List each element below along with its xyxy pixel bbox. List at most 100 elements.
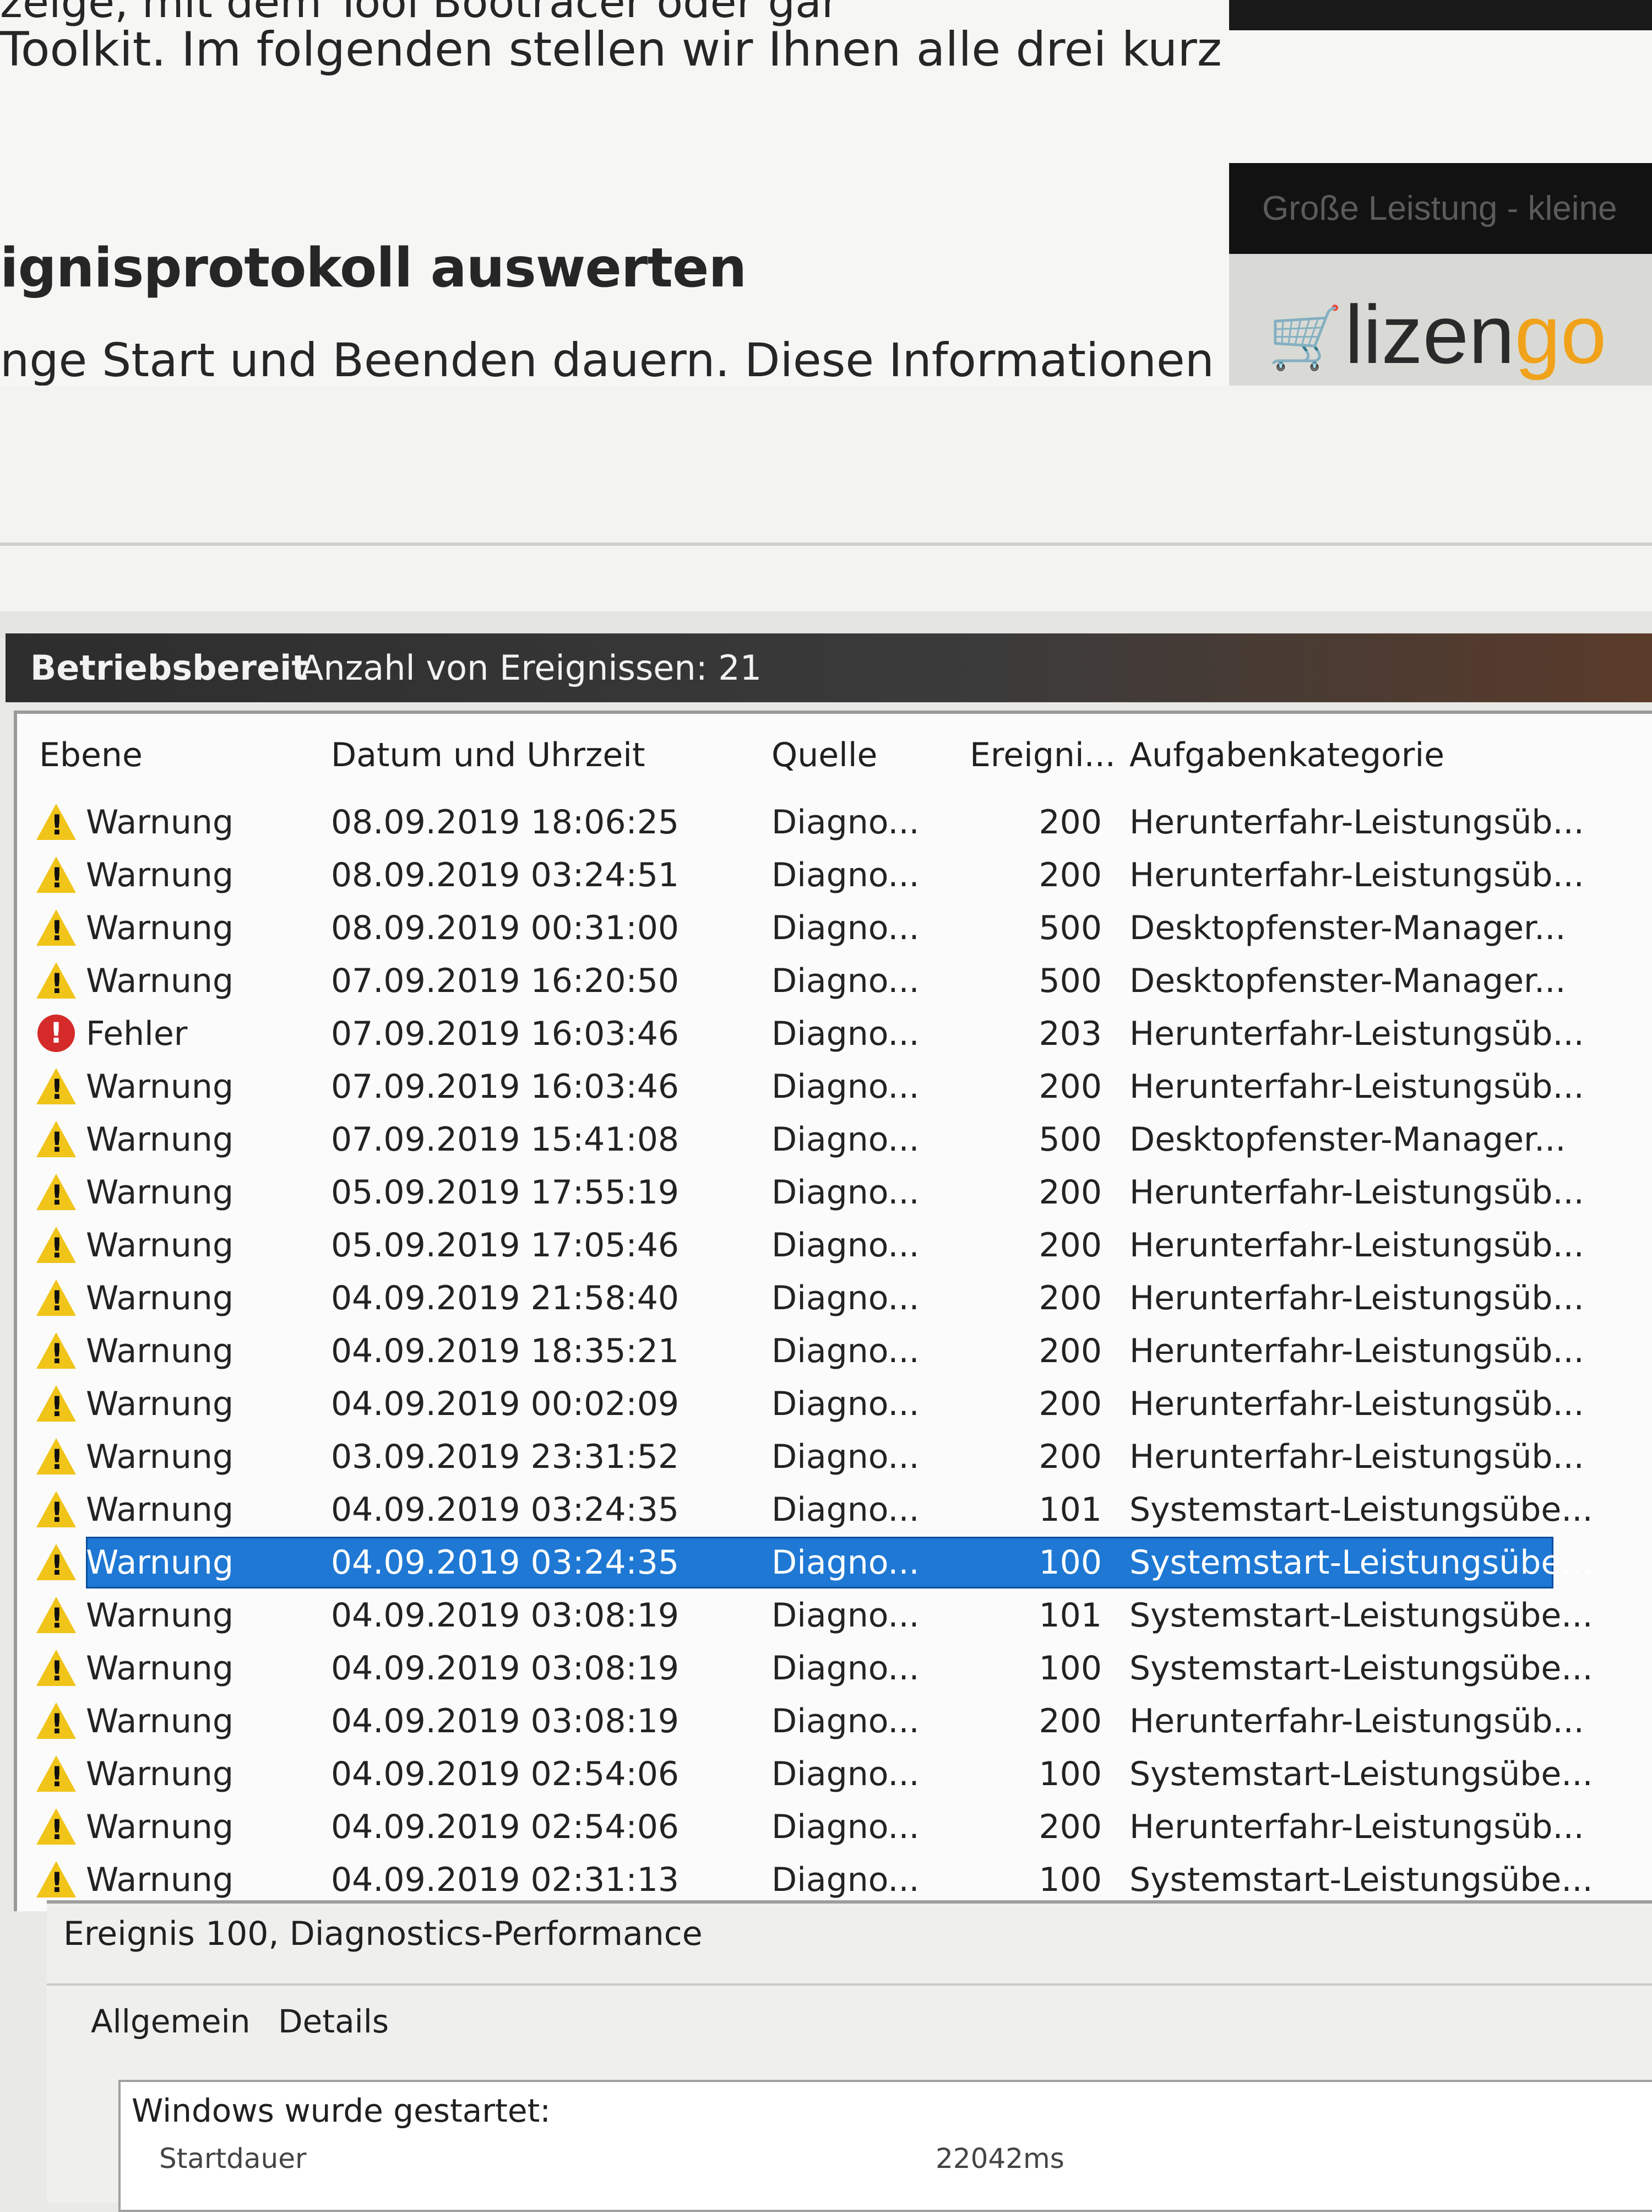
event-source: Diagno... xyxy=(771,1438,920,1476)
event-row[interactable]: Warnung 05.09.2019 17:05:46 Diagno... 200 He… xyxy=(17,1219,1652,1272)
ad-banner[interactable]: Große Leistung - kleine xyxy=(1229,163,1652,254)
event-row[interactable]: Warnung 04.09.2019 03:08:19 Diagno... 101 Sy… xyxy=(17,1590,1652,1642)
event-source: Diagno... xyxy=(771,1332,920,1370)
event-description-box[interactable]: Windows wurde gestartet: Startdauer 2204… xyxy=(118,2080,1652,2212)
event-id: 200 xyxy=(1039,1067,1102,1106)
warning-icon xyxy=(36,1331,76,1370)
event-category: Systemstart-Leistungsübe... xyxy=(1129,1490,1593,1529)
event-row[interactable]: Warnung 04.09.2019 02:54:06 Diagno... 200 He… xyxy=(17,1801,1652,1854)
logo-wordmark: lizengo xyxy=(1345,287,1606,382)
description-field-value: 22042ms xyxy=(936,2143,1064,2175)
event-row[interactable]: ! Fehler 07.09.2019 16:03:46 Diagno... 203 He… xyxy=(17,1008,1652,1061)
event-row[interactable]: Warnung 07.09.2019 15:41:08 Diagno... 500 De… xyxy=(17,1114,1652,1167)
event-date: 07.09.2019 16:20:50 xyxy=(331,962,680,1000)
event-date: 04.09.2019 18:35:21 xyxy=(331,1332,680,1370)
event-level: Warnung xyxy=(86,1490,234,1529)
event-id: 500 xyxy=(1039,962,1102,1000)
event-row[interactable]: Warnung 04.09.2019 18:35:21 Diagno... 200 He… xyxy=(17,1325,1652,1378)
event-category: Herunterfahr-Leistungsüb... xyxy=(1129,1332,1584,1370)
event-category: Herunterfahr-Leistungsüb... xyxy=(1129,856,1584,894)
description-text: Windows wurde gestartet: xyxy=(132,2092,551,2129)
event-id: 100 xyxy=(1039,1543,1102,1582)
event-row[interactable]: Warnung 04.09.2019 03:24:35 Diagno... 100 Sy… xyxy=(17,1537,1652,1590)
ad-logo[interactable]: 🛒 lizengo xyxy=(1229,254,1652,386)
event-row[interactable]: Warnung 04.09.2019 21:58:40 Diagno... 200 He… xyxy=(17,1272,1652,1325)
article-heading: ignisprotokoll auswerten xyxy=(0,237,747,300)
event-id: 100 xyxy=(1039,1755,1102,1793)
event-source: Diagno... xyxy=(771,1120,920,1159)
event-id: 100 xyxy=(1039,1861,1102,1899)
event-category: Herunterfahr-Leistungsüb... xyxy=(1129,1808,1584,1846)
event-id: 101 xyxy=(1039,1490,1102,1529)
column-header-level[interactable]: Ebene xyxy=(39,736,143,774)
event-date: 07.09.2019 15:41:08 xyxy=(331,1120,680,1159)
warning-icon xyxy=(36,855,76,894)
event-level: Warnung xyxy=(86,909,234,947)
event-category: Herunterfahr-Leistungsüb... xyxy=(1129,1015,1584,1053)
event-category: Systemstart-Leistungsübe... xyxy=(1129,1596,1593,1635)
divider xyxy=(0,543,1652,546)
logo-main-text: lizen xyxy=(1345,288,1515,381)
event-category: Herunterfahr-Leistungsüb... xyxy=(1129,1702,1584,1741)
event-category: Herunterfahr-Leistungsüb... xyxy=(1129,1279,1584,1318)
event-date: 05.09.2019 17:05:46 xyxy=(331,1226,680,1265)
warning-icon xyxy=(36,1172,76,1212)
tab-details[interactable]: Details xyxy=(267,1997,400,2046)
event-date: 04.09.2019 03:24:35 xyxy=(331,1543,680,1582)
event-list[interactable]: Ebene Datum und Uhrzeit Quelle Ereigni..… xyxy=(14,711,1652,1911)
event-id: 500 xyxy=(1039,1120,1102,1159)
event-date: 08.09.2019 00:31:00 xyxy=(331,909,680,947)
event-level: Warnung xyxy=(86,1279,234,1318)
logo-accent-text: go xyxy=(1514,288,1607,381)
event-category: Herunterfahr-Leistungsüb... xyxy=(1129,1067,1584,1106)
column-header-category[interactable]: Aufgabenkategorie xyxy=(1129,736,1444,774)
warning-icon xyxy=(36,1384,76,1423)
event-category: Herunterfahr-Leistungsüb... xyxy=(1129,1438,1584,1476)
column-header-date[interactable]: Datum und Uhrzeit xyxy=(331,736,645,774)
event-level: Warnung xyxy=(86,1808,234,1846)
event-rows: Warnung 08.09.2019 18:06:25 Diagno... 200 He… xyxy=(17,796,1652,1907)
event-id: 200 xyxy=(1039,1808,1102,1846)
event-source: Diagno... xyxy=(771,1755,920,1793)
event-row[interactable]: Warnung 08.09.2019 03:24:51 Diagno... 200 He… xyxy=(17,849,1652,902)
event-level: Warnung xyxy=(86,856,234,894)
event-row[interactable]: Warnung 04.09.2019 03:24:35 Diagno... 101 Sy… xyxy=(17,1484,1652,1537)
event-row[interactable]: Warnung 07.09.2019 16:20:50 Diagno... 500 De… xyxy=(17,955,1652,1008)
event-row[interactable]: Warnung 05.09.2019 17:55:19 Diagno... 200 He… xyxy=(17,1167,1652,1219)
event-row[interactable]: Warnung 04.09.2019 02:54:06 Diagno... 100 Sy… xyxy=(17,1748,1652,1801)
event-date: 04.09.2019 21:58:40 xyxy=(331,1279,680,1318)
event-level: Warnung xyxy=(86,1755,234,1793)
column-header-event-id[interactable]: Ereigni... xyxy=(970,736,1116,774)
event-row[interactable]: Warnung 04.09.2019 02:31:13 Diagno... 100 Sy… xyxy=(17,1854,1652,1907)
event-date: 08.09.2019 03:24:51 xyxy=(331,856,680,894)
event-row[interactable]: Warnung 04.09.2019 03:08:19 Diagno... 100 Sy… xyxy=(17,1642,1652,1695)
event-row[interactable]: Warnung 07.09.2019 16:03:46 Diagno... 200 He… xyxy=(17,1061,1652,1114)
event-level: Warnung xyxy=(86,1543,234,1582)
event-row[interactable]: Warnung 04.09.2019 03:08:19 Diagno... 200 He… xyxy=(17,1695,1652,1748)
event-date: 08.09.2019 18:06:25 xyxy=(331,803,680,842)
tab-general[interactable]: Allgemein xyxy=(80,1997,261,2046)
event-source: Diagno... xyxy=(771,856,920,894)
event-id: 100 xyxy=(1039,1649,1102,1688)
event-source: Diagno... xyxy=(771,909,920,947)
event-row[interactable]: Warnung 03.09.2019 23:31:52 Diagno... 200 He… xyxy=(17,1431,1652,1484)
event-date: 07.09.2019 16:03:46 xyxy=(331,1067,680,1106)
event-date: 04.09.2019 03:08:19 xyxy=(331,1649,680,1688)
details-title: Ereignis 100, Diagnostics-Performance xyxy=(63,1915,703,1953)
event-row[interactable]: Warnung 08.09.2019 18:06:25 Diagno... 200 He… xyxy=(17,796,1652,849)
event-category: Desktopfenster-Manager... xyxy=(1129,1120,1566,1159)
warning-icon xyxy=(36,1807,76,1846)
warning-icon xyxy=(36,1701,76,1741)
event-row[interactable]: Warnung 08.09.2019 00:31:00 Diagno... 500 De… xyxy=(17,902,1652,955)
column-header-source[interactable]: Quelle xyxy=(771,736,877,774)
column-header-row: Ebene Datum und Uhrzeit Quelle Ereigni..… xyxy=(17,714,1652,802)
event-id: 200 xyxy=(1039,1438,1102,1476)
event-row[interactable]: Warnung 04.09.2019 00:02:09 Diagno... 200 He… xyxy=(17,1378,1652,1431)
warning-icon xyxy=(36,908,76,947)
event-id: 200 xyxy=(1039,1702,1102,1741)
event-level: Warnung xyxy=(86,1385,234,1423)
event-level: Warnung xyxy=(86,1067,234,1106)
event-date: 04.09.2019 02:31:13 xyxy=(331,1861,680,1899)
event-category: Desktopfenster-Manager... xyxy=(1129,962,1566,1000)
warning-icon xyxy=(36,802,76,842)
